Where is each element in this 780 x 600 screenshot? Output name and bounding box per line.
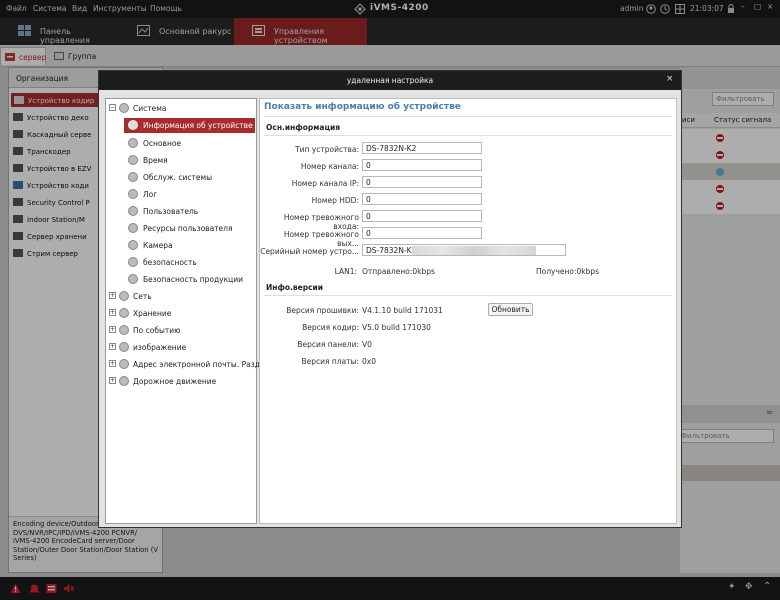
version-label: Версия кодир: — [302, 323, 359, 332]
update-button[interactable]: Обновить — [488, 303, 533, 316]
version-label: Версия панели: — [297, 340, 359, 349]
tree-node-label: Сеть — [133, 292, 152, 301]
lan-sent-value: Отправлено:0kbps — [362, 267, 435, 276]
field-row-ip-channel: Номер канала IP: 0 — [260, 176, 678, 194]
field-label: Номер канала IP: — [291, 179, 359, 188]
panel-version-value: V0 — [362, 340, 372, 349]
gear-icon — [119, 342, 129, 352]
tree-node-label: Время — [143, 156, 168, 165]
gear-icon — [119, 291, 129, 301]
device-info-content: Показать информацию об устройстве Осн.ин… — [259, 98, 677, 524]
tree-node-device-info[interactable]: Информация об устройстве — [124, 118, 255, 133]
gear-icon — [119, 103, 129, 113]
alarm-input-field[interactable]: 0 — [362, 210, 482, 222]
lan-traffic-row: LAN1: Отправлено:0kbps Получено:0kbps — [260, 264, 678, 278]
tree-node-label: Дорожное движение — [133, 377, 217, 386]
lan-received-value: Получено:0kbps — [536, 267, 600, 276]
gear-icon — [128, 206, 138, 216]
gear-icon — [119, 325, 129, 335]
tree-node-network[interactable]: + Сеть — [109, 289, 255, 303]
field-label: Номер канала: — [300, 162, 359, 171]
field-row-device-type: Тип устройства: DS-7832N-K2 — [260, 142, 678, 160]
expand-icon[interactable]: + — [109, 309, 116, 316]
ip-channel-field[interactable]: 0 — [362, 176, 482, 188]
collapse-icon[interactable]: − — [109, 104, 116, 111]
gear-icon — [119, 308, 129, 318]
tree-node-label: Лог — [143, 190, 158, 199]
version-row-board: Версия платы: 0x0 — [260, 354, 678, 370]
divider — [264, 116, 672, 117]
tree-node-label: Безопасность продукции — [143, 275, 244, 284]
channel-number-field[interactable]: 0 — [362, 159, 482, 171]
tree-node-label: Обслуж. системы — [143, 173, 213, 182]
dialog-close-icon[interactable]: × — [666, 74, 674, 84]
tree-node-label: Пользователь — [143, 207, 199, 216]
device-type-field[interactable]: DS-7832N-K2 — [362, 142, 482, 154]
field-row-alarm-output: Номер тревожного вых... 0 — [260, 227, 678, 248]
tree-node-label: Система — [133, 104, 167, 113]
gear-icon — [119, 376, 129, 386]
expand-icon[interactable]: + — [109, 326, 116, 333]
tree-node-label: Адрес электронной почты. Раздел... — [133, 360, 277, 369]
tree-node-email[interactable]: + Адрес электронной почты. Раздел... — [109, 357, 276, 371]
gear-icon — [128, 240, 138, 250]
field-row-serial-number: Серийный номер устро... DS-7832N-K2 — [260, 244, 678, 262]
expand-icon[interactable]: + — [109, 377, 116, 384]
gear-icon — [128, 274, 138, 284]
tree-node-event[interactable]: + По событию — [109, 323, 255, 337]
expand-icon[interactable]: + — [109, 360, 116, 367]
basic-info-section: Осн.информация — [266, 123, 341, 132]
expand-icon[interactable]: + — [109, 292, 116, 299]
version-row-panel: Версия панели: V0 — [260, 337, 678, 353]
tree-node-label: безопасность — [143, 258, 197, 267]
field-label: Серийный номер устро... — [260, 247, 359, 256]
version-row-firmware: Версия прошивки: V4.1.10 build 171031 Об… — [260, 303, 678, 319]
serial-number-blur — [412, 246, 536, 255]
tree-node-storage[interactable]: + Хранение — [109, 306, 255, 320]
gear-icon — [128, 189, 138, 199]
version-label: Версия прошивки: — [286, 306, 359, 315]
board-version-value: 0x0 — [362, 357, 376, 366]
field-label: Номер HDD: — [311, 196, 359, 205]
tree-node-label: Информация об устройстве — [143, 121, 253, 130]
field-row-channel-number: Номер канала: 0 — [260, 159, 678, 177]
encoder-version-value: V5.0 build 171030 — [362, 323, 431, 332]
content-heading: Показать информацию об устройстве — [264, 102, 461, 112]
tree-node-label: Основное — [143, 139, 182, 148]
field-row-alarm-input: Номер тревожного входа: 0 — [260, 210, 678, 231]
gear-icon — [128, 223, 138, 233]
remote-config-dialog: удаленная настройка × − Система Информац… — [98, 70, 682, 528]
config-tree: − Система Информация об устройстве Основ… — [105, 98, 276, 524]
gear-icon — [128, 138, 138, 148]
tree-node-label: Камера — [143, 241, 173, 250]
field-label: Тип устройства: — [295, 145, 359, 154]
field-row-hdd-number: Номер HDD: 0 — [260, 193, 678, 211]
gear-icon — [128, 120, 138, 130]
gear-icon — [128, 257, 138, 267]
version-info-section: Инфо.версии — [266, 283, 324, 292]
alarm-output-field[interactable]: 0 — [362, 227, 482, 239]
divider — [264, 295, 672, 296]
tree-node-label: изображение — [133, 343, 187, 352]
gear-icon — [119, 359, 129, 369]
gear-icon — [128, 172, 138, 182]
lan-label: LAN1: — [334, 267, 357, 276]
gear-icon — [128, 155, 138, 165]
tree-node-label: По событию — [133, 326, 181, 335]
dialog-title-bar: удаленная настройка — [99, 71, 681, 90]
expand-icon[interactable]: + — [109, 343, 116, 350]
version-row-encoder: Версия кодир: V5.0 build 171030 — [260, 320, 678, 336]
divider — [264, 135, 672, 136]
firmware-version-value: V4.1.10 build 171031 — [362, 306, 443, 315]
tree-node-system[interactable]: − Система — [109, 101, 255, 115]
tree-node-image[interactable]: + изображение — [109, 340, 255, 354]
version-label: Версия платы: — [301, 357, 359, 366]
dialog-title: удаленная настройка — [346, 76, 434, 85]
tree-node-label: Хранение — [133, 309, 172, 318]
tree-node-label: Ресурсы пользователя — [143, 224, 233, 233]
tree-node-traffic[interactable]: + Дорожное движение — [109, 374, 255, 388]
hdd-number-field[interactable]: 0 — [362, 193, 482, 205]
